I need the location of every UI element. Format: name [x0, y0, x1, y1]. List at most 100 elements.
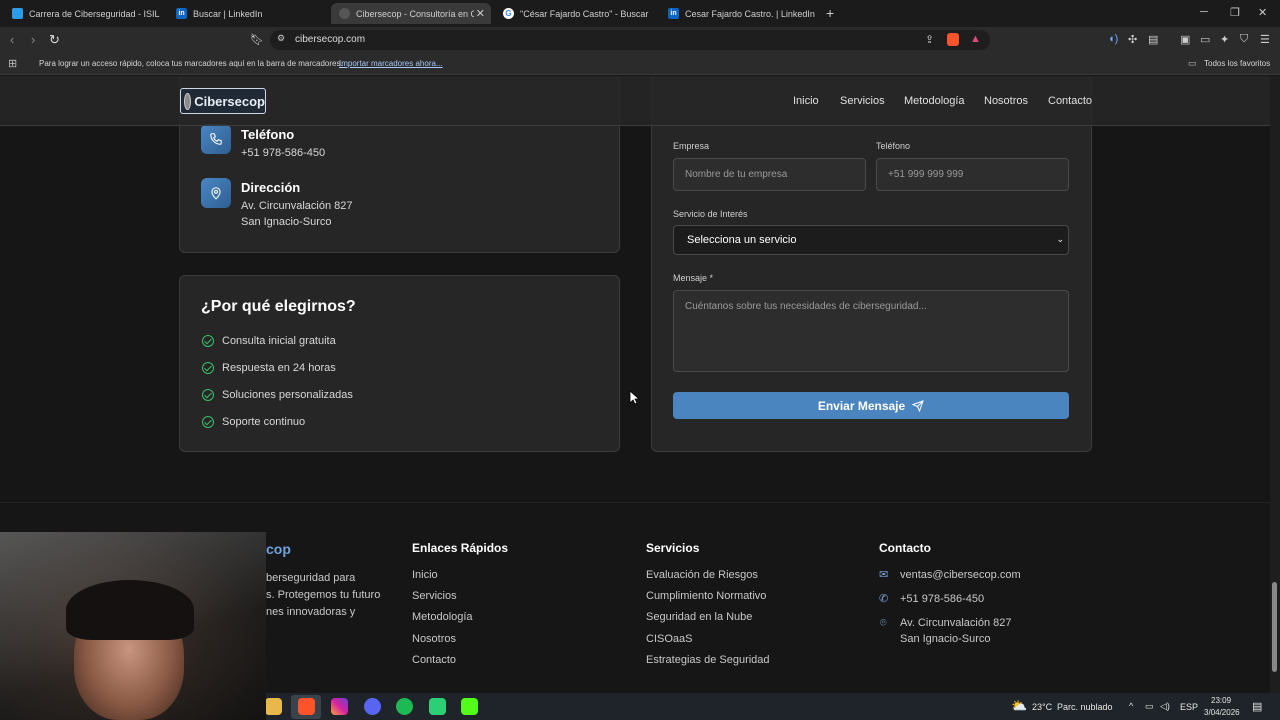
kick-icon[interactable] — [461, 698, 478, 715]
menu-icon[interactable]: ☰ — [1260, 33, 1270, 46]
import-bookmarks-link[interactable]: Importar marcadores ahora... — [339, 59, 443, 68]
mail-icon: ✉ — [879, 569, 889, 581]
phone-number: +51 978-586-450 — [241, 147, 326, 159]
weather-desc[interactable]: Parc. nublado — [1057, 702, 1113, 712]
footer-service-link[interactable]: CISOaaS — [646, 633, 692, 645]
footer-divider — [0, 502, 1270, 503]
phone-icon — [201, 124, 231, 154]
clock-time[interactable]: 23:09 — [1211, 696, 1231, 705]
site-info-icon[interactable]: ⚙ — [277, 33, 285, 44]
footer-service-link[interactable]: Estrategias de Seguridad — [646, 654, 770, 666]
leo-ai-icon[interactable]: ✦ — [1220, 33, 1229, 46]
tab-linkedin-profile[interactable]: in Cesar Fajardo Castro. | LinkedIn — [660, 3, 820, 24]
close-tab-icon[interactable]: ✕ — [476, 7, 485, 20]
check-circle-icon — [202, 362, 214, 374]
nav-servicios[interactable]: Servicios — [840, 95, 885, 107]
why-us-item: Respuesta en 24 horas — [222, 362, 336, 374]
bookmarks-bar: ⊞ Para lograr un acceso rápido, coloca t… — [0, 53, 1280, 75]
share-icon[interactable]: ⇪ — [925, 33, 934, 46]
chevron-down-icon: ⌄ — [1056, 234, 1064, 244]
tab-isil[interactable]: Carrera de Ciberseguridad - ISIL — [4, 3, 164, 24]
footer-link-contacto[interactable]: Contacto — [412, 654, 456, 666]
tab-label: Carrera de Ciberseguridad - ISIL — [29, 8, 160, 19]
service-select[interactable]: Selecciona un servicio ⌄ — [673, 225, 1069, 255]
notifications-icon[interactable]: ▤ — [1252, 700, 1262, 713]
nav-nosotros[interactable]: Nosotros — [984, 95, 1028, 107]
isil-favicon-icon — [12, 8, 23, 19]
tab-label: Cesar Fajardo Castro. | LinkedIn — [685, 8, 815, 19]
wallet-icon[interactable]: ▭ — [1200, 33, 1210, 46]
vpn-icon[interactable]: ⛉ — [1240, 33, 1248, 46]
nav-contacto[interactable]: Contacto — [1048, 95, 1092, 107]
file-explorer-icon[interactable] — [265, 698, 282, 715]
site-header: Cibersecop Inicio Servicios Metodología … — [0, 76, 1270, 126]
footer-link-nosotros[interactable]: Nosotros — [412, 633, 456, 645]
apps-grid-icon[interactable]: ⊞ — [8, 57, 17, 70]
footer-link-inicio[interactable]: Inicio — [412, 569, 438, 581]
why-us-item: Consulta inicial gratuita — [222, 335, 336, 347]
restore-icon[interactable]: ❐ — [1230, 6, 1240, 19]
phone-title: Teléfono — [241, 127, 295, 142]
spotify-icon[interactable] — [396, 698, 413, 715]
bookmark-icon[interactable]: 🔖︎ — [250, 33, 264, 46]
site-logo[interactable]: Cibersecop — [180, 88, 266, 114]
tab-linkedin-search[interactable]: in Buscar | LinkedIn — [168, 3, 328, 24]
service-selected: Selecciona un servicio — [687, 234, 797, 246]
tab-google-search[interactable]: G "César Fajardo Castro" - Buscar con G — [495, 3, 655, 24]
check-circle-icon — [202, 335, 214, 347]
forward-icon[interactable]: › — [31, 32, 35, 47]
footer-service-link[interactable]: Evaluación de Riesgos — [646, 569, 758, 581]
instagram-icon[interactable] — [331, 698, 348, 715]
address-bar[interactable] — [270, 30, 990, 50]
footer-service-link[interactable]: Seguridad en la Nube — [646, 611, 752, 623]
nav-metodologia[interactable]: Metodología — [904, 95, 965, 107]
company-input[interactable]: Nombre de tu empresa — [673, 158, 866, 191]
brave-shields-icon[interactable] — [947, 33, 959, 46]
tab-search-icon[interactable]: ▤ — [1148, 33, 1158, 46]
new-tab-button[interactable]: + — [826, 5, 834, 21]
bookmarks-hint: Para lograr un acceso rápido, coloca tus… — [39, 59, 343, 68]
send-message-button[interactable]: Enviar Mensaje — [673, 392, 1069, 419]
weather-icon: ⛅ — [1011, 698, 1028, 713]
language-indicator[interactable]: ESP — [1180, 702, 1198, 712]
streaming-app-icon[interactable] — [429, 698, 446, 715]
reload-icon[interactable]: ↻ — [49, 32, 60, 48]
phone-icon: ✆ — [879, 593, 889, 605]
network-icon[interactable]: ▭ — [1145, 701, 1154, 712]
extensions-icon[interactable]: ✣ — [1128, 33, 1137, 46]
footer-service-link[interactable]: Cumplimiento Normativo — [646, 590, 766, 602]
weather-temp[interactable]: 23°C — [1032, 702, 1052, 712]
logo-emblem-icon — [184, 92, 192, 110]
volume-icon[interactable]: ◁) — [1160, 701, 1170, 712]
footer-link-metodologia[interactable]: Metodología — [412, 611, 473, 623]
phone-input[interactable]: +51 999 999 999 — [876, 158, 1069, 191]
folder-icon: ▭ — [1188, 58, 1197, 68]
footer-desc-line: nes innovadoras y — [266, 606, 356, 618]
scrollbar-thumb[interactable] — [1272, 582, 1277, 672]
location-pin-icon — [201, 178, 231, 208]
clock-date[interactable]: 3/04/2026 — [1204, 708, 1240, 717]
sidebar-icon[interactable]: ▣ — [1180, 33, 1190, 46]
url-text: cibersecop.com — [295, 34, 366, 45]
tray-chevron-up-icon[interactable]: ^ — [1129, 701, 1133, 711]
brave-rewards-icon[interactable]: ▲ — [970, 33, 981, 45]
discord-icon[interactable] — [364, 698, 381, 715]
footer-email[interactable]: ventas@cibersecop.com — [900, 569, 1021, 581]
send-label: Enviar Mensaje — [817, 398, 906, 413]
back-icon[interactable]: ‹ — [10, 32, 14, 47]
message-textarea[interactable]: Cuéntanos sobre tus necesidades de ciber… — [673, 290, 1069, 372]
tab-cibersecop[interactable]: Cibersecop - Consultoría en Cibe ✕ — [331, 3, 491, 24]
address-line-1: Av. Circunvalación 827 — [241, 200, 353, 212]
mouse-cursor-icon — [629, 390, 639, 405]
why-us-item: Soluciones personalizadas — [222, 389, 353, 401]
footer-link-servicios[interactable]: Servicios — [412, 590, 457, 602]
nav-inicio[interactable]: Inicio — [793, 95, 819, 107]
brave-browser-icon[interactable] — [298, 698, 315, 715]
address-line-2: San Ignacio-Surco — [241, 216, 332, 228]
tab-label: "César Fajardo Castro" - Buscar con G — [520, 8, 650, 19]
minimize-icon[interactable]: ─ — [1200, 6, 1208, 18]
close-window-icon[interactable]: ✕ — [1258, 6, 1267, 19]
all-favorites[interactable]: Todos los favoritos — [1204, 59, 1270, 68]
check-circle-icon — [202, 389, 214, 401]
audio-icon[interactable]: ◖) — [1108, 33, 1118, 45]
